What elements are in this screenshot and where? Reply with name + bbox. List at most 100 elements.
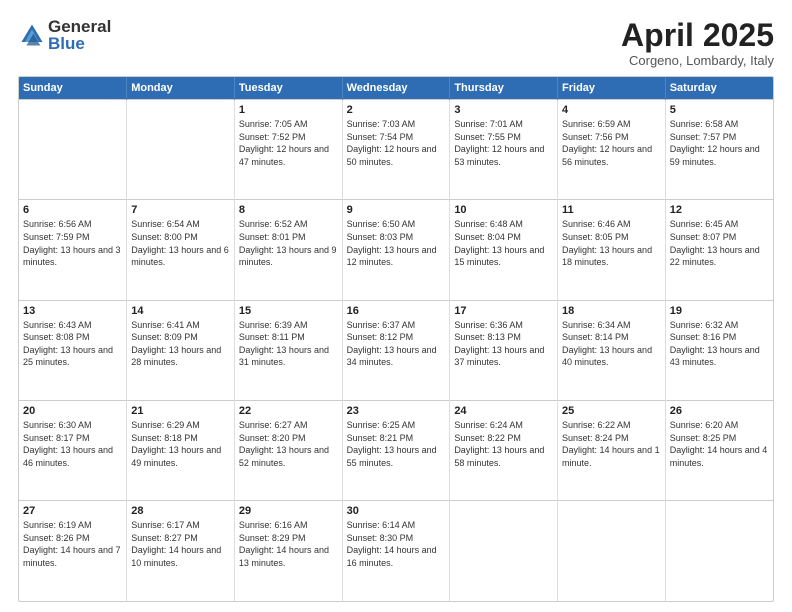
day-info: Sunrise: 6:43 AM Sunset: 8:08 PM Dayligh…: [23, 319, 122, 369]
day-info: Sunrise: 6:39 AM Sunset: 8:11 PM Dayligh…: [239, 319, 338, 369]
calendar-cell: 30 Sunrise: 6:14 AM Sunset: 8:30 PM Dayli…: [342, 501, 450, 601]
day-number: 15: [239, 305, 338, 317]
calendar-cell: 26Sunrise: 6:20 AM Sunset: 8:25 PM Dayli…: [665, 400, 773, 500]
calendar-cell: 11 Sunrise: 6:46 AM Sunset: 8:05 PM Dayli…: [558, 200, 666, 300]
day-info: Sunrise: 6:32 AM Sunset: 8:16 PM Dayligh…: [670, 319, 769, 369]
day-info: Sunrise: 6:22 AM Sunset: 8:24 PM Dayligh…: [562, 419, 661, 469]
calendar-cell: 23 Sunrise: 6:25 AM Sunset: 8:21 PM Dayli…: [342, 400, 450, 500]
calendar-week-3: 13Sunrise: 6:43 AM Sunset: 8:08 PM Dayli…: [19, 300, 773, 400]
day-number: 29: [239, 505, 338, 517]
day-number: 30: [347, 505, 446, 517]
col-wednesday: Wednesday: [342, 77, 450, 100]
calendar-cell: 1 Sunrise: 7:05 AM Sunset: 7:52 PM Daylig…: [234, 100, 342, 200]
day-info: Sunrise: 6:30 AM Sunset: 8:17 PM Dayligh…: [23, 419, 122, 469]
calendar-cell: [665, 501, 773, 601]
day-info: Sunrise: 6:25 AM Sunset: 8:21 PM Dayligh…: [347, 419, 446, 469]
day-number: 16: [347, 305, 446, 317]
day-info: Sunrise: 6:54 AM Sunset: 8:00 PM Dayligh…: [131, 218, 230, 268]
calendar-header-row: Sunday Monday Tuesday Wednesday Thursday…: [19, 77, 773, 100]
day-info: Sunrise: 6:36 AM Sunset: 8:13 PM Dayligh…: [454, 319, 553, 369]
col-monday: Monday: [127, 77, 235, 100]
calendar-cell: 17 Sunrise: 6:36 AM Sunset: 8:13 PM Dayli…: [450, 300, 558, 400]
day-number: 20: [23, 405, 122, 417]
day-info: Sunrise: 6:24 AM Sunset: 8:22 PM Dayligh…: [454, 419, 553, 469]
col-saturday: Saturday: [665, 77, 773, 100]
logo-icon: [18, 21, 46, 49]
day-info: Sunrise: 6:14 AM Sunset: 8:30 PM Dayligh…: [347, 519, 446, 569]
day-number: 21: [131, 405, 230, 417]
day-number: 25: [562, 405, 661, 417]
day-number: 1: [239, 104, 338, 116]
calendar-cell: 18 Sunrise: 6:34 AM Sunset: 8:14 PM Dayli…: [558, 300, 666, 400]
calendar-cell: 14 Sunrise: 6:41 AM Sunset: 8:09 PM Dayli…: [127, 300, 235, 400]
day-number: 27: [23, 505, 122, 517]
calendar-cell: 25 Sunrise: 6:22 AM Sunset: 8:24 PM Dayli…: [558, 400, 666, 500]
title-block: April 2025 Corgeno, Lombardy, Italy: [621, 18, 774, 68]
day-number: 8: [239, 204, 338, 216]
calendar-cell: [19, 100, 127, 200]
day-info: Sunrise: 6:20 AM Sunset: 8:25 PM Dayligh…: [670, 419, 769, 469]
day-number: 24: [454, 405, 553, 417]
day-number: 3: [454, 104, 553, 116]
col-thursday: Thursday: [450, 77, 558, 100]
calendar-cell: 9Sunrise: 6:50 AM Sunset: 8:03 PM Daylig…: [342, 200, 450, 300]
day-info: Sunrise: 6:45 AM Sunset: 8:07 PM Dayligh…: [670, 218, 769, 268]
calendar-cell: 3Sunrise: 7:01 AM Sunset: 7:55 PM Daylig…: [450, 100, 558, 200]
day-number: 7: [131, 204, 230, 216]
day-number: 14: [131, 305, 230, 317]
logo-general: General: [48, 18, 111, 35]
calendar-week-2: 6Sunrise: 6:56 AM Sunset: 7:59 PM Daylig…: [19, 200, 773, 300]
day-info: Sunrise: 6:34 AM Sunset: 8:14 PM Dayligh…: [562, 319, 661, 369]
day-info: Sunrise: 6:50 AM Sunset: 8:03 PM Dayligh…: [347, 218, 446, 268]
location-subtitle: Corgeno, Lombardy, Italy: [621, 53, 774, 68]
calendar-table: Sunday Monday Tuesday Wednesday Thursday…: [19, 77, 773, 601]
calendar-cell: [450, 501, 558, 601]
calendar-cell: 5 Sunrise: 6:58 AM Sunset: 7:57 PM Daylig…: [665, 100, 773, 200]
calendar-cell: 15 Sunrise: 6:39 AM Sunset: 8:11 PM Dayli…: [234, 300, 342, 400]
logo: General Blue: [18, 18, 111, 52]
day-info: Sunrise: 6:59 AM Sunset: 7:56 PM Dayligh…: [562, 118, 661, 168]
col-friday: Friday: [558, 77, 666, 100]
col-tuesday: Tuesday: [234, 77, 342, 100]
day-info: Sunrise: 6:48 AM Sunset: 8:04 PM Dayligh…: [454, 218, 553, 268]
day-number: 2: [347, 104, 446, 116]
calendar-cell: [127, 100, 235, 200]
calendar-cell: 7 Sunrise: 6:54 AM Sunset: 8:00 PM Daylig…: [127, 200, 235, 300]
calendar-cell: [558, 501, 666, 601]
calendar-week-5: 27 Sunrise: 6:19 AM Sunset: 8:26 PM Dayli…: [19, 501, 773, 601]
day-info: Sunrise: 7:03 AM Sunset: 7:54 PM Dayligh…: [347, 118, 446, 168]
logo-blue: Blue: [48, 35, 111, 52]
day-info: Sunrise: 6:41 AM Sunset: 8:09 PM Dayligh…: [131, 319, 230, 369]
calendar-cell: 19 Sunrise: 6:32 AM Sunset: 8:16 PM Dayli…: [665, 300, 773, 400]
day-info: Sunrise: 6:19 AM Sunset: 8:26 PM Dayligh…: [23, 519, 122, 569]
day-number: 19: [670, 305, 769, 317]
calendar-cell: 6Sunrise: 6:56 AM Sunset: 7:59 PM Daylig…: [19, 200, 127, 300]
day-info: Sunrise: 6:16 AM Sunset: 8:29 PM Dayligh…: [239, 519, 338, 569]
day-info: Sunrise: 6:46 AM Sunset: 8:05 PM Dayligh…: [562, 218, 661, 268]
calendar-week-4: 20 Sunrise: 6:30 AM Sunset: 8:17 PM Dayli…: [19, 400, 773, 500]
day-number: 12: [670, 204, 769, 216]
day-number: 22: [239, 405, 338, 417]
day-number: 11: [562, 204, 661, 216]
day-number: 4: [562, 104, 661, 116]
page: General Blue April 2025 Corgeno, Lombard…: [0, 0, 792, 612]
day-number: 23: [347, 405, 446, 417]
day-info: Sunrise: 6:29 AM Sunset: 8:18 PM Dayligh…: [131, 419, 230, 469]
day-number: 18: [562, 305, 661, 317]
calendar-cell: 2 Sunrise: 7:03 AM Sunset: 7:54 PM Daylig…: [342, 100, 450, 200]
calendar-cell: 20 Sunrise: 6:30 AM Sunset: 8:17 PM Dayli…: [19, 400, 127, 500]
day-info: Sunrise: 6:17 AM Sunset: 8:27 PM Dayligh…: [131, 519, 230, 569]
day-info: Sunrise: 6:56 AM Sunset: 7:59 PM Dayligh…: [23, 218, 122, 268]
day-info: Sunrise: 7:05 AM Sunset: 7:52 PM Dayligh…: [239, 118, 338, 168]
day-number: 17: [454, 305, 553, 317]
day-info: Sunrise: 6:58 AM Sunset: 7:57 PM Dayligh…: [670, 118, 769, 168]
col-sunday: Sunday: [19, 77, 127, 100]
calendar-cell: 12 Sunrise: 6:45 AM Sunset: 8:07 PM Dayli…: [665, 200, 773, 300]
day-number: 5: [670, 104, 769, 116]
logo-text: General Blue: [48, 18, 111, 52]
calendar-cell: 16Sunrise: 6:37 AM Sunset: 8:12 PM Dayli…: [342, 300, 450, 400]
calendar-cell: 13Sunrise: 6:43 AM Sunset: 8:08 PM Dayli…: [19, 300, 127, 400]
calendar-cell: 21 Sunrise: 6:29 AM Sunset: 8:18 PM Dayli…: [127, 400, 235, 500]
calendar-cell: 29 Sunrise: 6:16 AM Sunset: 8:29 PM Dayli…: [234, 501, 342, 601]
calendar-cell: 28Sunrise: 6:17 AM Sunset: 8:27 PM Dayli…: [127, 501, 235, 601]
